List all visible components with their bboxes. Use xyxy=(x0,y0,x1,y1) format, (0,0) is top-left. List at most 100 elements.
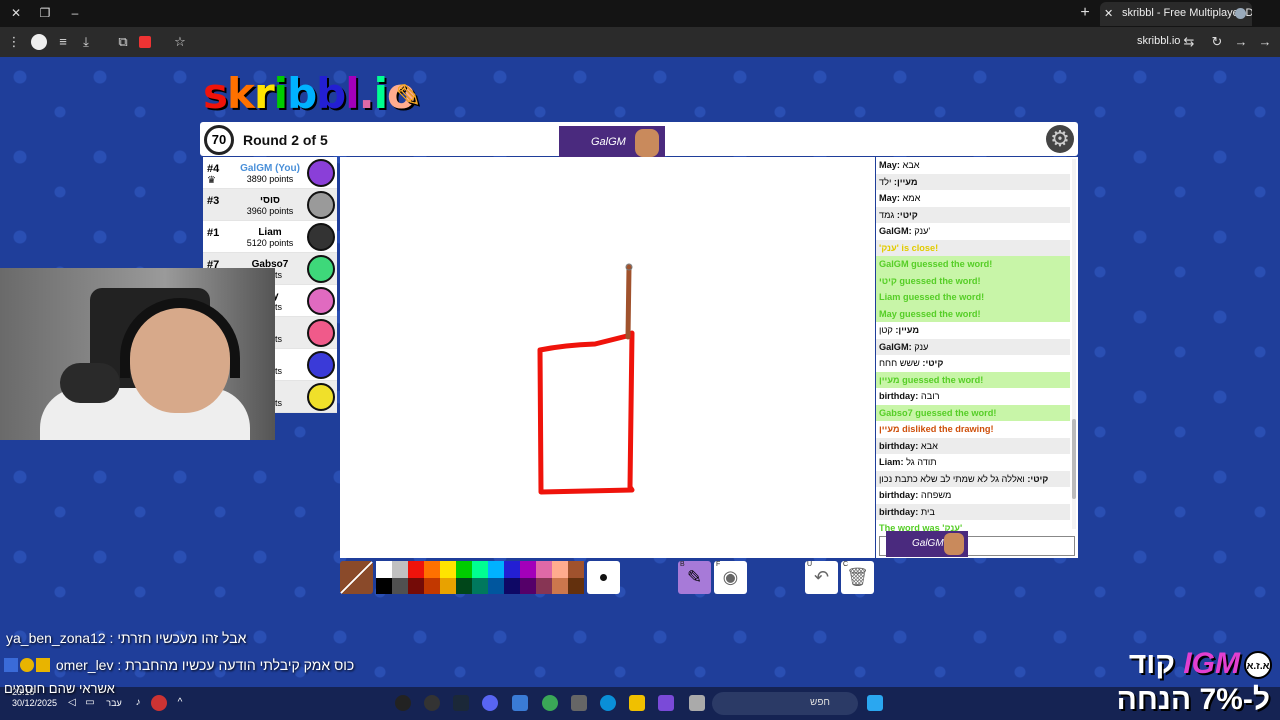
forward-icon[interactable]: → xyxy=(1233,34,1249,50)
crown-badge-icon xyxy=(36,658,50,672)
tray-chevron-icon[interactable]: ^ xyxy=(172,695,188,711)
settings-gear-icon[interactable]: ⚙ xyxy=(1046,125,1074,153)
color-swatch[interactable] xyxy=(376,577,392,594)
chat-message: Liam guessed the word! xyxy=(876,289,1070,306)
timer-clock: 70 xyxy=(204,125,234,155)
extensions-icon[interactable]: ⧉ xyxy=(115,34,131,50)
drawing-canvas[interactable] xyxy=(340,157,875,558)
crown-icon: ♛ xyxy=(207,175,216,186)
player-rank: #3 xyxy=(207,195,220,207)
task-view-icon[interactable] xyxy=(689,695,705,711)
color-swatch[interactable] xyxy=(504,577,520,594)
player-row[interactable]: #3 סוסי 3960 points xyxy=(203,189,337,221)
color-swatch[interactable] xyxy=(536,561,552,578)
mic-tray-icon[interactable]: ♪ xyxy=(130,695,146,711)
volume-icon[interactable]: ◁ xyxy=(64,695,80,711)
chat-author: מעיין: xyxy=(895,325,920,335)
color-swatch[interactable] xyxy=(552,561,568,578)
color-swatch[interactable] xyxy=(504,561,520,578)
minimize-window-icon[interactable]: – xyxy=(67,5,83,21)
player-row[interactable]: #1 Liam 5120 points xyxy=(203,221,337,253)
chrome-icon[interactable] xyxy=(542,695,558,711)
discord-icon[interactable] xyxy=(482,695,498,711)
trash-icon: 🗑 xyxy=(846,567,869,587)
color-swatch[interactable] xyxy=(456,577,472,594)
restore-window-icon[interactable]: ❐ xyxy=(37,5,53,21)
color-swatch[interactable] xyxy=(520,577,536,594)
network-icon[interactable]: ▭ xyxy=(82,695,98,711)
close-tab-icon[interactable]: ✕ xyxy=(1104,7,1113,20)
start-icon[interactable] xyxy=(867,695,883,711)
player-rank: #4 xyxy=(207,163,220,175)
language-indicator[interactable]: עבר xyxy=(104,695,124,711)
photos-icon[interactable] xyxy=(512,695,528,711)
chat-text: אבא xyxy=(902,160,920,170)
store-icon[interactable] xyxy=(571,695,587,711)
new-tab-button[interactable]: + xyxy=(1077,5,1093,21)
color-swatch[interactable] xyxy=(408,561,424,578)
color-swatch[interactable] xyxy=(392,561,408,578)
edge-icon[interactable] xyxy=(600,695,616,711)
download-icon[interactable]: ⤓ xyxy=(78,34,94,50)
color-swatch[interactable] xyxy=(520,561,536,578)
clear-button[interactable]: C 🗑 xyxy=(841,561,874,594)
color-swatch[interactable] xyxy=(488,577,504,594)
pen-tool-button[interactable]: B ✎ xyxy=(678,561,711,594)
steam-icon[interactable] xyxy=(453,695,469,711)
current-color-swatch[interactable] xyxy=(340,561,373,594)
stream-chat-line-1: ya_ben_zona12 : אבל זהו מעכשיו חזרתי xyxy=(6,630,247,646)
extension-icon[interactable] xyxy=(139,36,151,48)
record-tray-icon[interactable] xyxy=(151,695,167,711)
color-swatch[interactable] xyxy=(424,561,440,578)
close-window-icon[interactable]: ✕ xyxy=(8,5,24,21)
round-indicator: Round 2 of 5 xyxy=(243,132,328,148)
color-swatch[interactable] xyxy=(456,561,472,578)
chat-message: 'ענק' is close! xyxy=(876,239,1070,256)
undo-button[interactable]: U ↶ xyxy=(805,561,838,594)
chat-message: GalGM: ענק xyxy=(876,338,1070,355)
obs-icon[interactable] xyxy=(395,695,411,711)
chat-message: birthday: משפחה xyxy=(876,487,1070,504)
file-explorer-icon[interactable] xyxy=(629,695,645,711)
pencil-icon: ✎ xyxy=(395,77,422,115)
chat-text: GalGM guessed the word! xyxy=(879,259,993,269)
reader-icon[interactable]: ≡ xyxy=(55,34,71,50)
color-swatch[interactable] xyxy=(392,577,408,594)
stream-chat-line-3: אשראי שהם חוסמים xyxy=(4,681,115,696)
chat-text: מעיין guessed the word! xyxy=(879,374,984,385)
chat-scrollbar[interactable] xyxy=(1072,159,1076,529)
app-icon[interactable] xyxy=(424,695,440,711)
brush-size-button[interactable] xyxy=(587,561,620,594)
color-swatch[interactable] xyxy=(488,561,504,578)
address-bar[interactable]: skribbl.io xyxy=(1137,35,1180,47)
player-row[interactable]: #4 ♛ GalGM (You) 3890 points xyxy=(203,157,337,189)
color-swatch[interactable] xyxy=(424,577,440,594)
bookmark-star-icon[interactable]: ☆ xyxy=(172,34,188,50)
chat-message: May: אמא xyxy=(876,190,1070,207)
undo-icon: ↶ xyxy=(813,567,830,587)
color-swatch[interactable] xyxy=(552,577,568,594)
color-swatch[interactable] xyxy=(472,577,488,594)
brown-stroke xyxy=(625,264,632,340)
taskbar-search[interactable]: חפש xyxy=(712,692,858,715)
player-avatar xyxy=(307,319,335,347)
site-settings-icon[interactable]: ⇆ xyxy=(1181,34,1197,50)
color-swatch[interactable] xyxy=(408,577,424,594)
menu-icon[interactable]: ⋮ xyxy=(6,34,22,50)
reload-icon[interactable]: ↻ xyxy=(1209,34,1225,50)
profile-icon[interactable] xyxy=(31,34,47,50)
color-swatch[interactable] xyxy=(472,561,488,578)
chat-author: GalGM: xyxy=(879,226,912,236)
back-icon[interactable]: → xyxy=(1257,34,1273,50)
color-swatch[interactable] xyxy=(376,561,392,578)
color-swatch[interactable] xyxy=(440,577,456,594)
color-swatch[interactable] xyxy=(568,577,584,594)
color-swatch[interactable] xyxy=(568,561,584,578)
fill-tool-button[interactable]: F ◉ xyxy=(714,561,747,594)
browser-tab[interactable]: ✕ skribbl - Free Multiplayer Drawi xyxy=(1100,2,1252,26)
chat-message: Gabso7 guessed the word! xyxy=(876,404,1070,421)
color-swatch[interactable] xyxy=(440,561,456,578)
app-icon-2[interactable] xyxy=(658,695,674,711)
player-avatar xyxy=(307,159,335,187)
color-swatch[interactable] xyxy=(536,577,552,594)
